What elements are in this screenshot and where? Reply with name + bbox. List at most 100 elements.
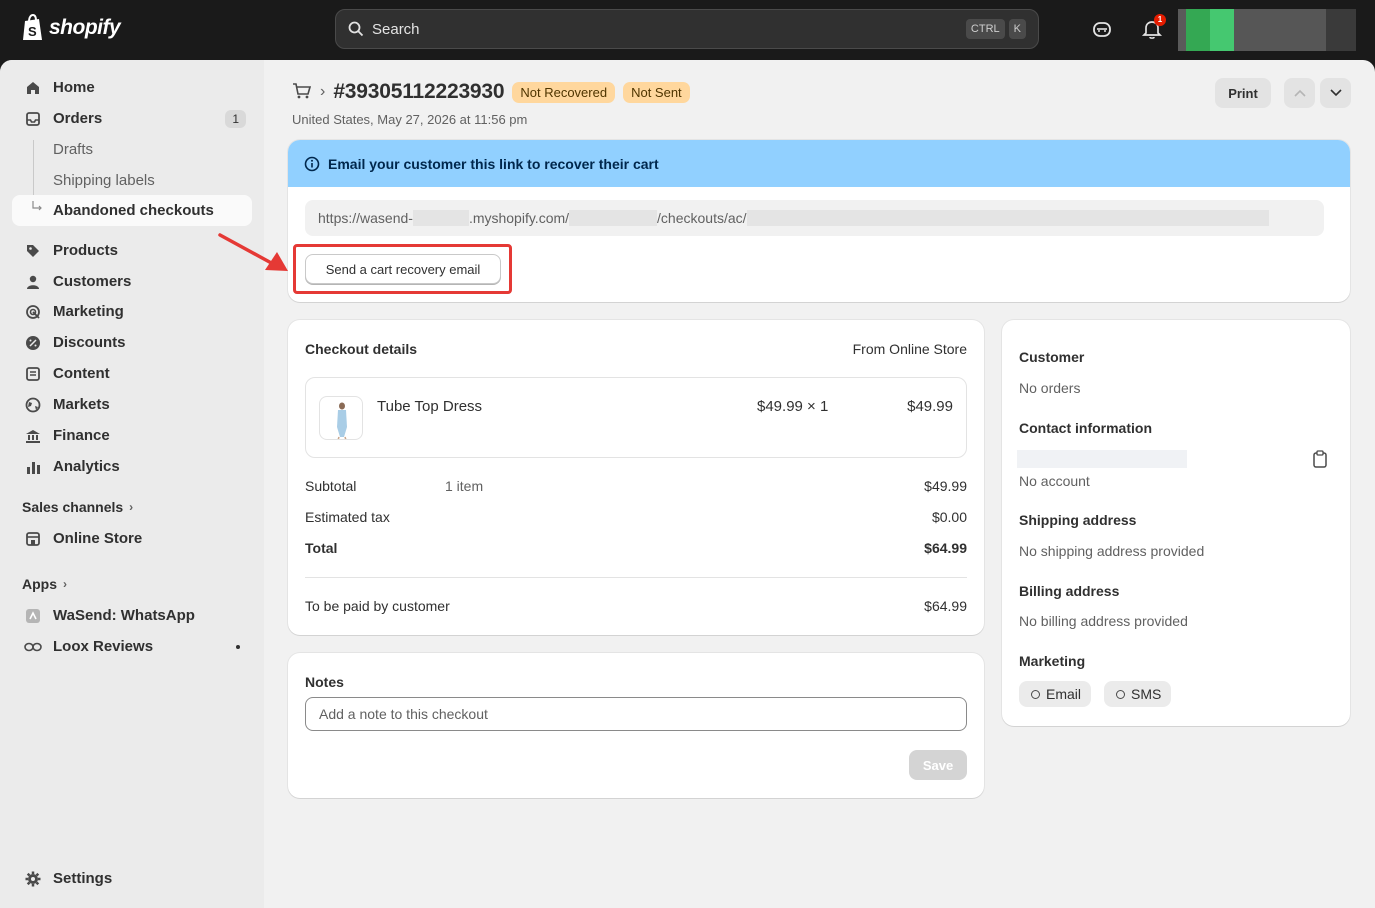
sidebar-item-label: Online Store xyxy=(53,530,143,547)
subtotal-value: $49.99 xyxy=(924,478,967,494)
subtotal-label: Subtotal xyxy=(305,478,357,494)
chevron-right-icon: › xyxy=(129,500,134,514)
target-icon xyxy=(24,303,42,321)
globe-icon xyxy=(24,396,42,414)
home-icon xyxy=(24,79,42,97)
contact-title: Contact information xyxy=(1019,420,1152,436)
chevron-up-icon xyxy=(1293,89,1306,97)
annotation-arrow-icon xyxy=(218,233,288,271)
sidebar-item-label: Discounts xyxy=(53,334,126,351)
sidebar-item-label: Drafts xyxy=(53,141,94,158)
sidebar-item-markets[interactable]: Markets xyxy=(12,389,252,420)
sidebar-item-label: Orders xyxy=(53,110,103,127)
url-part: /checkouts/ac/ xyxy=(657,210,747,226)
search-placeholder: Search xyxy=(372,20,420,38)
url-part: .myshopify.com/ xyxy=(468,210,570,226)
customer-title: Customer xyxy=(1019,349,1085,365)
url-part: https://wasend- xyxy=(318,210,413,226)
discount-icon xyxy=(24,334,42,352)
previous-button[interactable] xyxy=(1284,78,1315,108)
status-badge-recovered: Not Recovered xyxy=(512,81,616,103)
sidebar-item-label: Customers xyxy=(53,273,132,290)
sidebar-item-label: Content xyxy=(53,365,110,382)
sms-marketing-badge: SMS xyxy=(1104,681,1172,707)
tax-value: $0.00 xyxy=(931,509,967,525)
sidebar-item-content[interactable]: Content xyxy=(12,358,252,389)
item-name[interactable]: Tube Top Dress xyxy=(377,398,482,415)
sidebar-item-loox[interactable]: Loox Reviews xyxy=(12,631,252,662)
sidebar-item-label: Loox Reviews xyxy=(53,638,154,655)
total-value: $64.99 xyxy=(924,540,967,556)
shopify-bag-icon: S xyxy=(23,14,42,40)
print-button[interactable]: Print xyxy=(1215,78,1271,108)
sidebar-item-label: Home xyxy=(53,79,95,96)
sidebar-item-orders[interactable]: Orders 1 xyxy=(12,103,252,134)
wasend-app-icon xyxy=(24,607,42,625)
account-status: No account xyxy=(1019,473,1090,489)
sidebar-item-drafts[interactable]: Drafts xyxy=(12,134,252,165)
search-icon xyxy=(348,21,364,37)
sidebar-item-home[interactable]: Home xyxy=(12,72,252,103)
copy-icon[interactable] xyxy=(1312,450,1328,471)
send-recovery-email-button[interactable]: Send a cart recovery email xyxy=(305,254,501,284)
sidebar-item-finance[interactable]: Finance xyxy=(12,420,252,451)
sidebar-item-online-store[interactable]: Online Store xyxy=(12,523,252,554)
sidebar-item-settings[interactable]: Settings xyxy=(12,863,252,894)
page-subtitle: United States, May 27, 2026 at 11:56 pm xyxy=(292,112,528,127)
sidebar-item-label: Markets xyxy=(53,396,110,413)
search-bar[interactable]: Search CTRL K xyxy=(335,9,1039,49)
cart-icon[interactable] xyxy=(292,81,312,104)
kbd-ctrl: CTRL xyxy=(965,19,1005,39)
sidebar-item-label: WaSend: WhatsApp xyxy=(53,607,195,624)
sidebar-item-abandoned-checkouts[interactable]: Abandoned checkouts xyxy=(12,195,252,226)
storefront-icon xyxy=(24,530,42,548)
chevron-right-icon: › xyxy=(63,577,67,591)
sales-channels-heading[interactable]: Sales channels › xyxy=(22,499,133,515)
customer-orders: No orders xyxy=(1019,380,1081,396)
logo-text: shopify xyxy=(49,16,121,39)
page-title: #39305112223930 xyxy=(333,80,505,103)
bar-chart-icon xyxy=(24,458,42,476)
sidebar-item-analytics[interactable]: Analytics xyxy=(12,451,252,482)
sidebar-item-label: Analytics xyxy=(53,458,120,475)
loox-infinity-icon xyxy=(24,638,42,656)
redacted-region xyxy=(569,210,658,226)
sidekick-icon[interactable] xyxy=(1091,18,1115,42)
product-thumbnail[interactable] xyxy=(319,396,363,440)
sidebar-item-label: Abandoned checkouts xyxy=(53,202,214,219)
status-badge-sent: Not Sent xyxy=(623,81,690,103)
notes-card: Notes Save xyxy=(288,653,984,798)
line-item: Tube Top Dress $49.99 × 1 $49.99 xyxy=(305,377,967,458)
redacted-region xyxy=(746,210,1269,226)
bank-icon xyxy=(24,427,42,445)
status-ring-icon xyxy=(1031,689,1040,699)
redacted-email xyxy=(1017,450,1187,468)
banner-text: Email your customer this link to recover… xyxy=(328,155,659,172)
sidebar-item-label: Marketing xyxy=(53,303,124,320)
app-shell: Home Orders 1 Drafts Shipping labels Aba… xyxy=(0,60,1375,908)
redacted-region xyxy=(412,210,469,226)
customer-card: Customer No orders Contact information N… xyxy=(1002,320,1350,726)
email-marketing-badge: Email xyxy=(1019,681,1092,707)
shopify-logo[interactable]: S shopify xyxy=(22,14,121,42)
shipping-value: No shipping address provided xyxy=(1019,543,1205,559)
marketing-title: Marketing xyxy=(1019,653,1086,669)
subnav-elbow-icon xyxy=(32,201,42,211)
section-label: Sales channels xyxy=(22,499,124,515)
checkout-details-title: Checkout details xyxy=(305,341,418,357)
tag-icon xyxy=(24,242,42,260)
sidebar-item-shipping-labels[interactable]: Shipping labels xyxy=(12,165,252,196)
shipping-title: Shipping address xyxy=(1019,512,1137,528)
info-icon xyxy=(304,156,320,171)
save-button[interactable]: Save xyxy=(909,750,967,780)
recovery-link-card: Email your customer this link to recover… xyxy=(288,140,1350,302)
note-input[interactable] xyxy=(305,697,967,731)
apps-heading[interactable]: Apps › xyxy=(22,576,67,592)
sidebar-item-discounts[interactable]: Discounts xyxy=(12,327,252,358)
sidebar-item-marketing[interactable]: Marketing xyxy=(12,296,252,327)
recovery-url-field[interactable]: https://wasend- .myshopify.com/ /checkou… xyxy=(305,200,1324,236)
section-label: Apps xyxy=(22,576,57,592)
store-profile-avatar[interactable] xyxy=(1178,9,1356,51)
next-button[interactable] xyxy=(1320,78,1351,108)
sidebar-item-wasend[interactable]: WaSend: WhatsApp xyxy=(12,600,252,631)
